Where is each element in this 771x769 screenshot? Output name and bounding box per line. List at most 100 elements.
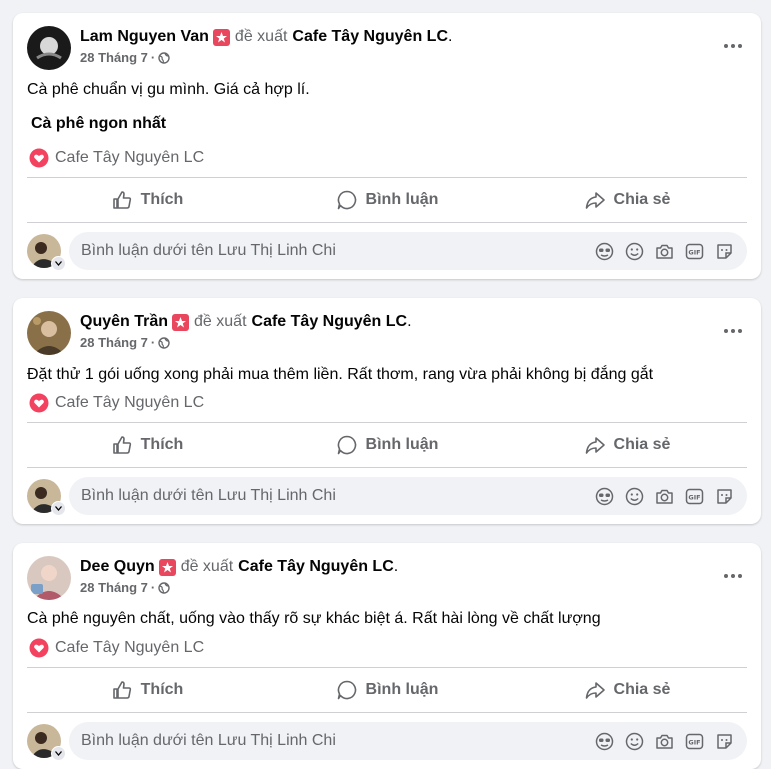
- post-date[interactable]: 28 Tháng 7: [80, 580, 148, 595]
- post-card: Dee Quyn đề xuất Cafe Tây Nguyên LC. 28 …: [13, 543, 761, 769]
- author-name[interactable]: Quyên Trần: [80, 313, 168, 331]
- sticker-icon[interactable]: [714, 731, 734, 751]
- post-text: Đặt thử 1 gói uống xong phải mua thêm li…: [27, 366, 654, 383]
- action-bar: Thích Bình luận Chia sẻ: [27, 668, 747, 712]
- comment-tools: GIF: [589, 241, 739, 261]
- like-label: Thích: [140, 436, 184, 453]
- post-text: Cà phê chuẩn vị gu mình. Giá cả hợp lí.: [27, 81, 310, 98]
- like-icon: [112, 436, 131, 454]
- comment-placeholder: Bình luận dưới tên Lưu Thị Linh Chi: [81, 242, 336, 259]
- comment-button[interactable]: Bình luận: [267, 178, 507, 222]
- recommend-verb: đề xuất: [180, 558, 234, 575]
- share-button[interactable]: Chia sẻ: [507, 423, 747, 467]
- page-tag[interactable]: Cafe Tây Nguyên LC: [29, 638, 204, 658]
- share-label: Chia sẻ: [613, 191, 671, 208]
- comment-composer: Bình luận dưới tên Lưu Thị Linh Chi GIF: [27, 722, 747, 761]
- divider: [27, 467, 747, 468]
- chevron-down-icon[interactable]: [51, 746, 66, 761]
- page-tag-label: Cafe Tây Nguyên LC: [55, 149, 205, 166]
- author-avatar[interactable]: [27, 556, 71, 600]
- post-header: Lam Nguyen Van đề xuất Cafe Tây Nguyên L…: [80, 28, 452, 46]
- meta-separator: ·: [150, 335, 156, 350]
- recommend-icon: [158, 558, 176, 576]
- post-meta: 28 Tháng 7 ·: [80, 50, 170, 65]
- globe-icon: [158, 336, 170, 349]
- comment-label: Bình luận: [365, 191, 439, 208]
- comment-button[interactable]: Bình luận: [267, 423, 507, 467]
- like-icon: [112, 191, 131, 209]
- avatar-icon[interactable]: [594, 241, 614, 261]
- globe-icon: [158, 581, 170, 594]
- page-tag[interactable]: Cafe Tây Nguyên LC: [29, 393, 204, 413]
- comment-icon: [337, 680, 356, 700]
- svg-text:GIF: GIF: [688, 493, 700, 501]
- page-link[interactable]: Cafe Tây Nguyên LC: [292, 28, 448, 46]
- emoji-icon[interactable]: [624, 486, 644, 506]
- gif-icon[interactable]: GIF: [684, 731, 704, 751]
- globe-icon: [158, 51, 170, 64]
- post-date[interactable]: 28 Tháng 7: [80, 335, 148, 350]
- emoji-icon[interactable]: [624, 241, 644, 261]
- avatar-icon[interactable]: [594, 486, 614, 506]
- more-icon[interactable]: [719, 36, 747, 56]
- camera-icon[interactable]: [654, 241, 674, 261]
- page-tag[interactable]: Cafe Tây Nguyên LC: [29, 148, 204, 168]
- page-link[interactable]: Cafe Tây Nguyên LC: [238, 558, 394, 576]
- svg-text:GIF: GIF: [688, 738, 700, 746]
- recommend-verb: đề xuất: [194, 313, 247, 330]
- share-button[interactable]: Chia sẻ: [507, 668, 747, 712]
- divider: [27, 222, 747, 223]
- comment-placeholder: Bình luận dưới tên Lưu Thị Linh Chi: [81, 732, 336, 749]
- post-card: Lam Nguyen Van đề xuất Cafe Tây Nguyên L…: [13, 13, 761, 279]
- comment-tools: GIF: [589, 486, 739, 506]
- camera-icon[interactable]: [654, 731, 674, 751]
- post-meta: 28 Tháng 7 ·: [80, 335, 170, 350]
- more-icon[interactable]: [719, 321, 747, 341]
- heart-icon: [29, 148, 49, 168]
- action-bar: Thích Bình luận Chia sẻ: [27, 178, 747, 222]
- share-button[interactable]: Chia sẻ: [507, 178, 747, 222]
- post-header: Quyên Trần đề xuất Cafe Tây Nguyên LC.: [80, 313, 412, 331]
- action-bar: Thích Bình luận Chia sẻ: [27, 423, 747, 467]
- page-link[interactable]: Cafe Tây Nguyên LC: [252, 313, 408, 331]
- comment-button[interactable]: Bình luận: [267, 668, 507, 712]
- author-name[interactable]: Lam Nguyen Van: [80, 28, 209, 46]
- comment-composer: Bình luận dưới tên Lưu Thị Linh Chi GIF: [27, 477, 747, 516]
- more-icon[interactable]: [719, 566, 747, 586]
- author-avatar[interactable]: [27, 311, 71, 355]
- chevron-down-icon[interactable]: [51, 501, 66, 516]
- share-icon: [585, 437, 605, 454]
- meta-separator: ·: [150, 50, 156, 65]
- like-button[interactable]: Thích: [27, 668, 267, 712]
- avatar-icon[interactable]: [594, 731, 614, 751]
- share-label: Chia sẻ: [613, 436, 671, 453]
- chevron-down-icon[interactable]: [51, 256, 66, 271]
- post-meta: 28 Tháng 7 ·: [80, 580, 170, 595]
- comment-input[interactable]: Bình luận dưới tên Lưu Thị Linh Chi GIF: [69, 232, 747, 270]
- post-bold-text: Cà phê ngon nhất: [31, 115, 167, 132]
- camera-icon[interactable]: [654, 486, 674, 506]
- period: .: [448, 28, 453, 45]
- page-tag-label: Cafe Tây Nguyên LC: [55, 639, 205, 656]
- sticker-icon[interactable]: [714, 486, 734, 506]
- post-text: Cà phê nguyên chất, uống vào thấy rõ sự …: [27, 610, 601, 627]
- comment-tools: GIF: [589, 731, 739, 751]
- comment-input[interactable]: Bình luận dưới tên Lưu Thị Linh Chi GIF: [69, 722, 747, 760]
- sticker-icon[interactable]: [714, 241, 734, 261]
- period: .: [407, 313, 412, 330]
- recommend-icon: [212, 28, 230, 46]
- post-date[interactable]: 28 Tháng 7: [80, 50, 148, 65]
- like-button[interactable]: Thích: [27, 178, 267, 222]
- comment-composer: Bình luận dưới tên Lưu Thị Linh Chi GIF: [27, 232, 747, 271]
- like-button[interactable]: Thích: [27, 423, 267, 467]
- gif-icon[interactable]: GIF: [684, 486, 704, 506]
- author-avatar[interactable]: [27, 26, 71, 70]
- gif-icon[interactable]: GIF: [684, 241, 704, 261]
- share-icon: [585, 682, 605, 699]
- comment-icon: [337, 190, 356, 210]
- emoji-icon[interactable]: [624, 731, 644, 751]
- author-name[interactable]: Dee Quyn: [80, 558, 155, 576]
- comment-input[interactable]: Bình luận dưới tên Lưu Thị Linh Chi GIF: [69, 477, 747, 515]
- divider: [27, 712, 747, 713]
- recommend-verb: đề xuất: [234, 28, 288, 45]
